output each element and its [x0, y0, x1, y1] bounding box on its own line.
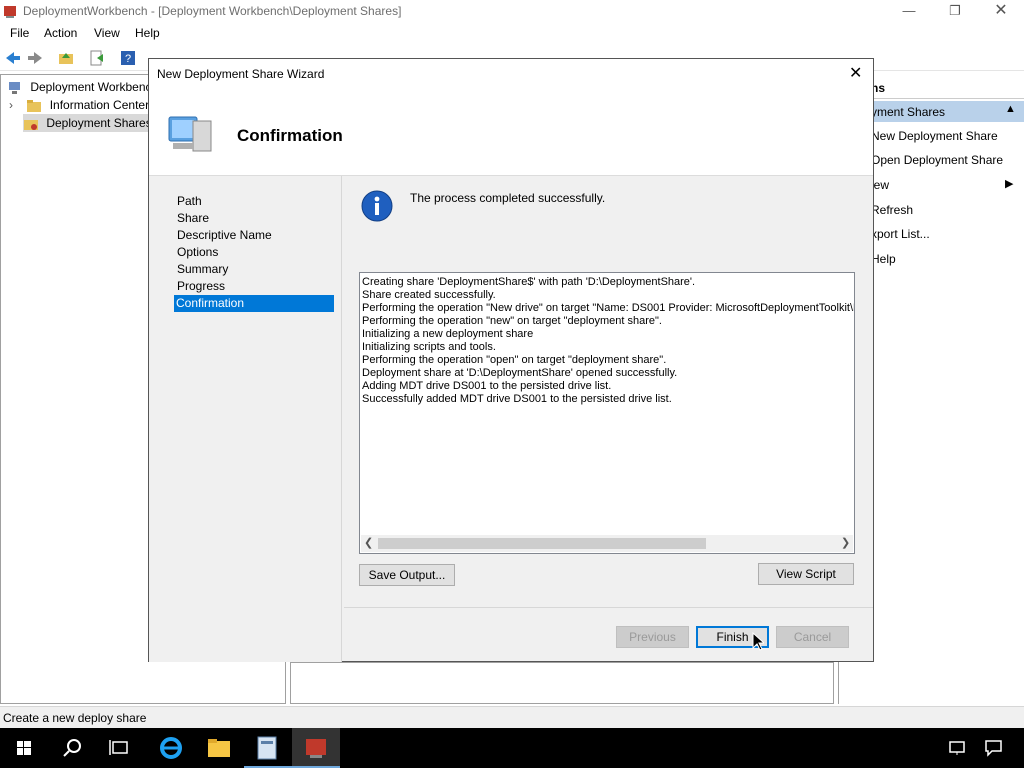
deployment-workbench-taskbar-button[interactable]	[292, 728, 340, 768]
status-bar: Create a new deploy share	[0, 706, 1024, 728]
previous-button[interactable]: Previous	[616, 626, 689, 648]
tree-item-information-center[interactable]: › Information Center	[9, 96, 149, 114]
computer-icon	[163, 109, 215, 159]
menu-file[interactable]: File	[10, 26, 29, 40]
output-line: Initializing scripts and tools.	[362, 341, 496, 353]
chevron-right-icon[interactable]: ›	[9, 96, 19, 114]
server-manager-icon	[257, 736, 277, 760]
menu-bar: File Action View Help	[0, 24, 1024, 44]
step-confirmation: Confirmation	[174, 295, 334, 312]
shares-folder-icon	[23, 117, 39, 131]
scrollbar-thumb[interactable]	[378, 538, 706, 549]
up-folder-icon[interactable]	[58, 50, 74, 66]
help-icon[interactable]: ?	[120, 50, 136, 66]
action-new-deployment-share[interactable]: New Deployment Share	[871, 129, 998, 147]
minimize-button[interactable]: —	[886, 0, 932, 24]
notifications-icon[interactable]	[984, 739, 1004, 757]
new-deployment-share-wizard: New Deployment Share Wizard ✕ Confirmati…	[148, 58, 874, 662]
collapse-up-icon[interactable]: ▲	[1005, 103, 1016, 115]
output-line: Performing the operation "new" on target…	[362, 315, 662, 327]
scroll-left-icon[interactable]: ❮	[364, 536, 373, 549]
actions-section-label: yment Shares	[871, 105, 946, 119]
app-icon	[2, 4, 18, 20]
output-line: Performing the operation "open" on targe…	[362, 354, 667, 366]
wizard-title: New Deployment Share Wizard	[157, 67, 325, 81]
svg-text:?: ?	[125, 53, 131, 65]
tree-item-label: Information Center	[49, 98, 150, 112]
search-button[interactable]	[48, 728, 96, 768]
step-progress: Progress	[177, 279, 226, 293]
restore-button[interactable]: ❐	[932, 0, 978, 24]
output-line: Performing the operation "New drive" on …	[362, 302, 855, 314]
deployment-workbench-icon	[306, 739, 326, 758]
back-arrow-icon[interactable]	[5, 50, 21, 66]
taskbar	[0, 728, 1024, 768]
close-button[interactable]: ✕	[978, 0, 1024, 24]
folder-icon	[208, 739, 230, 757]
action-open-deployment-share[interactable]: Open Deployment Share	[871, 153, 1003, 171]
tree-item-deployment-workbench[interactable]: Deployment Workbench	[7, 78, 158, 96]
output-line: Successfully added MDT drive DS001 to th…	[362, 393, 672, 405]
windows-logo-icon	[17, 741, 31, 755]
view-script-button[interactable]: View Script	[758, 563, 854, 585]
main-title-bar: DeploymentWorkbench - [Deployment Workbe…	[0, 0, 1024, 24]
task-view-button[interactable]	[96, 728, 144, 768]
step-share: Share	[177, 211, 210, 225]
tree-item-label: Deployment Workbench	[30, 80, 159, 94]
step-path: Path	[177, 194, 202, 208]
folder-icon	[26, 99, 42, 113]
output-line: Adding MDT drive DS001 to the persisted …	[362, 380, 612, 392]
internet-explorer-icon	[160, 737, 182, 759]
menu-action[interactable]: Action	[44, 26, 77, 40]
cancel-button[interactable]: Cancel	[776, 626, 849, 648]
output-line: Initializing a new deployment share	[362, 328, 534, 340]
tree-item-label: Deployment Shares	[46, 116, 152, 130]
wizard-title-bar: New Deployment Share Wizard ✕	[149, 59, 873, 89]
export-list-icon[interactable]	[89, 50, 105, 66]
server-manager-button[interactable]	[244, 728, 292, 768]
wizard-steps-nav: Path Share Descriptive Name Options Summ…	[149, 176, 342, 662]
status-text: Create a new deploy share	[3, 711, 147, 725]
menu-view[interactable]: View	[94, 26, 120, 40]
output-line: Creating share 'DeploymentShare$' with p…	[362, 276, 696, 288]
start-button[interactable]	[0, 728, 48, 768]
forward-arrow-icon[interactable]	[27, 50, 43, 66]
step-options: Options	[177, 245, 219, 259]
task-view-icon	[109, 740, 128, 755]
output-line: Deployment share at 'D:\DeploymentShare'…	[362, 367, 678, 379]
internet-explorer-button[interactable]	[148, 728, 196, 768]
center-pane	[290, 662, 834, 704]
info-icon	[361, 190, 393, 222]
menu-help[interactable]: Help	[135, 26, 160, 40]
action-refresh[interactable]: Refresh	[871, 203, 913, 221]
divider	[344, 607, 873, 608]
window-title: DeploymentWorkbench - [Deployment Workbe…	[23, 4, 402, 18]
search-icon	[63, 739, 81, 757]
action-help[interactable]: Help	[871, 252, 896, 270]
file-explorer-button[interactable]	[196, 728, 244, 768]
step-descriptive-name: Descriptive Name	[177, 228, 272, 242]
wizard-header: Confirmation	[149, 89, 873, 176]
network-icon[interactable]	[948, 739, 968, 757]
submenu-arrow-icon: ▶	[1005, 178, 1014, 190]
output-log[interactable]: Creating share 'DeploymentShare$' with p…	[359, 272, 855, 554]
action-export-list[interactable]: xport List...	[871, 227, 930, 245]
computer-icon	[7, 81, 23, 95]
status-message: The process completed successfully.	[410, 191, 606, 205]
step-summary: Summary	[177, 262, 229, 276]
output-line: Share created successfully.	[362, 289, 496, 301]
scroll-right-icon[interactable]: ❯	[841, 536, 850, 549]
mouse-cursor-icon	[752, 631, 766, 652]
wizard-close-button[interactable]: ✕	[849, 63, 862, 83]
horizontal-scrollbar[interactable]: ❮ ❯	[361, 535, 853, 552]
page-title: Confirmation	[237, 126, 343, 145]
save-output-button[interactable]: Save Output...	[359, 564, 455, 586]
tree-item-deployment-shares[interactable]: Deployment Shares	[23, 114, 156, 132]
